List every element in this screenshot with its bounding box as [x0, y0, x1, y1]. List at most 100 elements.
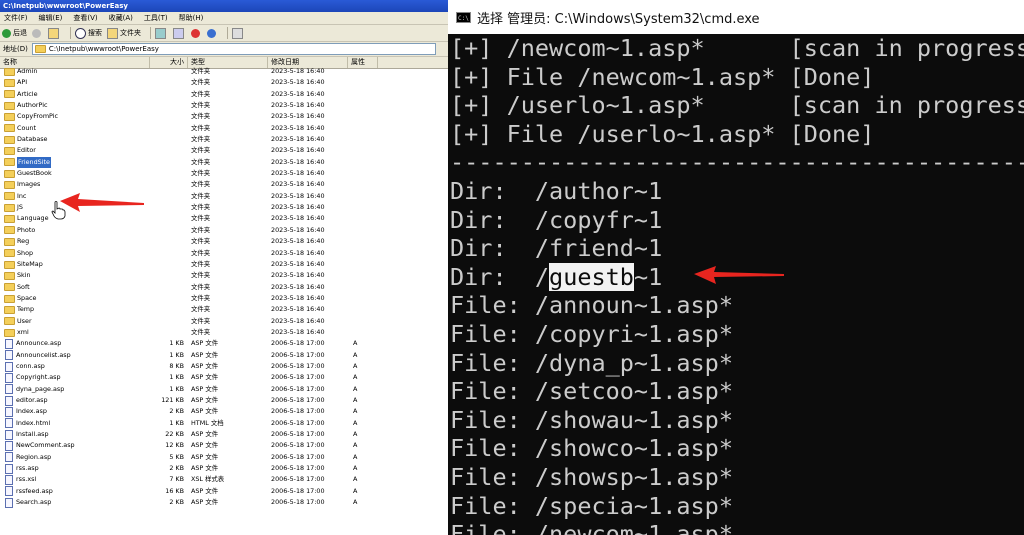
folder-row[interactable]: Soft 文件夹 2023-5-18 16:40: [0, 282, 448, 293]
copy-to-button[interactable]: [173, 27, 186, 39]
file-row[interactable]: editor.asp 121 KB ASP 文件 2006-5-18 17:00 A: [0, 395, 448, 406]
undo-icon: [207, 28, 216, 38]
item-name: Language: [17, 214, 49, 223]
name-cell: Editor: [4, 145, 36, 156]
type-cell: ASP 文件: [191, 373, 219, 382]
folder-row[interactable]: Database 文件夹 2023-5-18 16:40: [0, 134, 448, 145]
type-cell: ASP 文件: [191, 441, 219, 450]
item-name: Index.asp: [16, 407, 47, 416]
up-folder-icon: [48, 27, 59, 39]
folder-row[interactable]: FriendSite 文件夹 2023-5-18 16:40: [0, 156, 448, 169]
type-cell: 文件夹: [191, 271, 211, 280]
selected-text[interactable]: guestb: [549, 262, 634, 291]
menu-tools[interactable]: 工具(T): [144, 13, 168, 23]
modified-cell: 2023-5-18 16:40: [271, 316, 325, 325]
forward-button[interactable]: [32, 28, 43, 38]
folder-icon: [4, 328, 15, 337]
file-row[interactable]: Announcelist.asp 1 KB ASP 文件 2006-5-18 17:0…: [0, 350, 448, 361]
folder-row[interactable]: Count 文件夹 2023-5-18 16:40: [0, 123, 448, 134]
explorer-title-bar[interactable]: C:\Inetpub\wwwroot\PowerEasy: [0, 0, 448, 12]
name-cell: Language: [4, 213, 49, 224]
console-line: Dir: /copyfr~1: [450, 205, 663, 234]
type-cell: 文件夹: [191, 237, 211, 246]
folder-row[interactable]: User 文件夹 2023-5-18 16:40: [0, 316, 448, 327]
file-row[interactable]: dyna_page.asp 1 KB ASP 文件 2006-5-18 17:00 A: [0, 384, 448, 395]
views-button[interactable]: [232, 27, 245, 39]
file-row[interactable]: NewComment.asp 12 KB ASP 文件 2006-5-18 17:00…: [0, 440, 448, 452]
address-value: C:\Inetpub\wwwroot\PowerEasy: [48, 45, 159, 53]
folder-row[interactable]: Shop 文件夹 2023-5-18 16:40: [0, 248, 448, 259]
folder-row[interactable]: xml 文件夹 2023-5-18 16:40: [0, 327, 448, 338]
file-row[interactable]: Search.asp 2 KB ASP 文件 2006-5-18 17:00 A: [0, 497, 448, 508]
folder-row[interactable]: CopyFromPic 文件夹 2023-5-18 16:40: [0, 111, 448, 122]
folder-row[interactable]: Language 文件夹 2023-5-18 16:40: [0, 213, 448, 224]
type-cell: ASP 文件: [191, 486, 219, 495]
folder-row[interactable]: Photo 文件夹 2023-5-18 16:40: [0, 225, 448, 236]
name-cell: Index.asp: [4, 406, 47, 417]
file-list: Admin 文件夹 2023-5-18 16:40 API 文件夹 2023-5-18 1…: [0, 66, 448, 508]
name-cell: Photo: [4, 225, 35, 236]
item-name: AuthorPic: [17, 101, 48, 110]
address-input[interactable]: C:\Inetpub\wwwroot\PowerEasy: [31, 43, 436, 55]
modified-cell: 2006-5-18 17:00: [271, 418, 325, 427]
file-row[interactable]: rss.xsl 7 KB XSL 样式表 2006-5-18 17:00 A: [0, 474, 448, 486]
folder-row[interactable]: API 文件夹 2023-5-18 16:40: [0, 77, 448, 88]
delete-button[interactable]: [191, 28, 202, 38]
folder-row[interactable]: Reg 文件夹 2023-5-18 16:40: [0, 236, 448, 247]
name-cell: xml: [4, 327, 29, 338]
toolbar-separator: [150, 27, 151, 39]
folder-row[interactable]: Admin 文件夹 2023-5-18 16:40: [0, 66, 448, 77]
name-cell: AuthorPic: [4, 100, 48, 111]
modified-cell: 2006-5-18 17:00: [271, 452, 325, 461]
undo-button[interactable]: [207, 28, 218, 38]
modified-cell: 2023-5-18 16:40: [271, 112, 325, 121]
attr-cell: A: [353, 373, 358, 382]
attr-cell: A: [353, 441, 358, 450]
file-row[interactable]: rss.asp 2 KB ASP 文件 2006-5-18 17:00 A: [0, 463, 448, 474]
folders-button[interactable]: 文件夹: [107, 27, 141, 39]
console-line: [+] /newcom~1.asp* [scan in progress]: [450, 34, 1024, 62]
modified-cell: 2006-5-18 17:00: [271, 475, 325, 484]
file-row[interactable]: Index.asp 2 KB ASP 文件 2006-5-18 17:00 A: [0, 406, 448, 417]
item-name: rssfeed.asp: [16, 486, 53, 495]
file-row[interactable]: Region.asp 5 KB ASP 文件 2006-5-18 17:00 A: [0, 452, 448, 463]
file-row[interactable]: conn.asp 8 KB ASP 文件 2006-5-18 17:00 A: [0, 361, 448, 372]
file-row[interactable]: Install.asp 22 KB ASP 文件 2006-5-18 17:00 A: [0, 429, 448, 440]
folder-row[interactable]: SiteMap 文件夹 2023-5-18 16:40: [0, 259, 448, 270]
folder-row[interactable]: Article 文件夹 2023-5-18 16:40: [0, 89, 448, 100]
item-name: Photo: [17, 225, 36, 234]
move-to-button[interactable]: [155, 27, 168, 39]
console-text: Dir: /: [450, 262, 550, 291]
attr-cell: A: [353, 475, 358, 484]
modified-cell: 2006-5-18 17:00: [271, 407, 325, 416]
menu-help[interactable]: 帮助(H): [179, 13, 204, 23]
cmd-title-bar[interactable]: C:\ 选择 管理员: C:\Windows\System32\cmd.exe: [448, 0, 1024, 34]
folder-row[interactable]: Skin 文件夹 2023-5-18 16:40: [0, 270, 448, 281]
type-cell: ASP 文件: [191, 339, 219, 348]
folder-icon: [4, 124, 15, 133]
folder-row[interactable]: AuthorPic 文件夹 2023-5-18 16:40: [0, 100, 448, 111]
folder-row[interactable]: GuestBook 文件夹 2023-5-18 16:40: [0, 168, 448, 179]
search-button[interactable]: 搜索: [75, 27, 102, 39]
console-line: File: /showau~1.asp*: [450, 405, 733, 434]
folder-row[interactable]: Editor 文件夹 2023-5-18 16:40: [0, 145, 448, 156]
menu-view[interactable]: 查看(V): [73, 13, 97, 23]
menu-edit[interactable]: 编辑(E): [39, 13, 63, 23]
menu-file[interactable]: 文件(F): [4, 13, 28, 23]
name-cell: Region.asp: [4, 452, 51, 463]
modified-cell: 2023-5-18 16:40: [271, 180, 325, 189]
file-row[interactable]: rssfeed.asp 16 KB ASP 文件 2006-5-18 17:00 A: [0, 486, 448, 497]
folder-row[interactable]: Images 文件夹 2023-5-18 16:40: [0, 179, 448, 190]
back-button[interactable]: 后退: [2, 28, 27, 38]
item-name: Editor: [17, 146, 36, 155]
file-row[interactable]: Copyright.asp 1 KB ASP 文件 2006-5-18 17:00 A: [0, 372, 448, 383]
folder-row[interactable]: Temp 文件夹 2023-5-18 16:40: [0, 304, 448, 315]
attr-cell: A: [353, 486, 358, 495]
item-name: Announce.asp: [16, 339, 62, 348]
file-row[interactable]: Index.html 1 KB HTML 文档 2006-5-18 17:00 A: [0, 418, 448, 429]
folder-row[interactable]: Space 文件夹 2023-5-18 16:40: [0, 293, 448, 304]
menu-favorites[interactable]: 收藏(A): [109, 13, 133, 23]
attr-cell: A: [353, 418, 358, 427]
up-folder-button[interactable]: [48, 27, 61, 39]
file-row[interactable]: Announce.asp 1 KB ASP 文件 2006-5-18 17:00 A: [0, 338, 448, 349]
